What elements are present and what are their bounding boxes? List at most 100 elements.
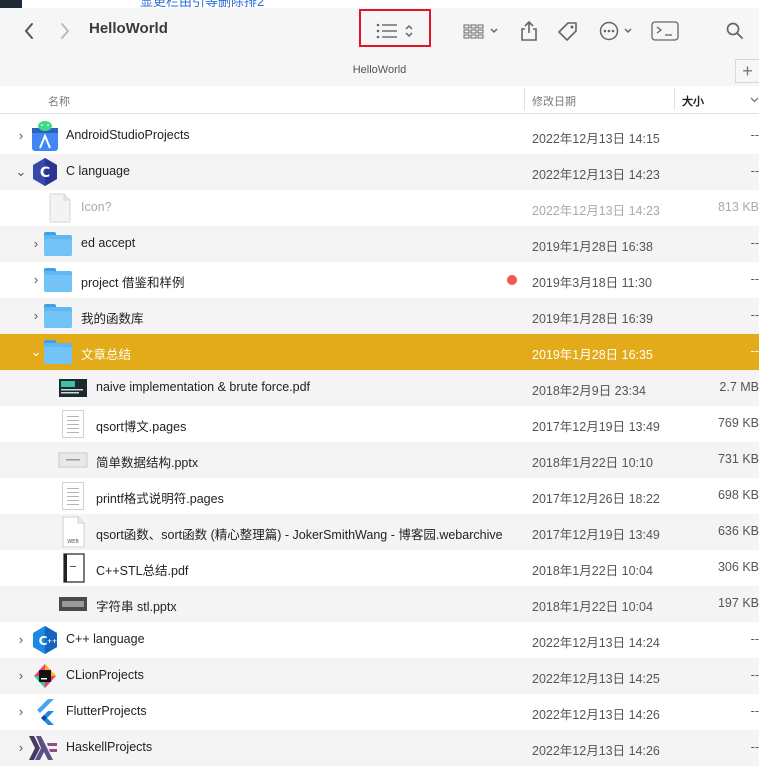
disclosure-right-icon[interactable]: › (29, 235, 43, 253)
folder-icon (43, 304, 73, 328)
file-name: qsort函数、sort函数 (精心整理篇) - JokerSmithWang … (96, 528, 503, 542)
file-name: project 借鉴和样例 (81, 276, 185, 290)
terminal-button[interactable] (650, 8, 680, 54)
file-size: -- (750, 236, 759, 250)
column-header-name[interactable]: 名称 (48, 93, 70, 109)
svg-text:++: ++ (47, 638, 57, 645)
flutter-folder-icon (37, 699, 54, 725)
haskell-folder-icon (29, 736, 57, 760)
disclosure-down-icon[interactable]: ⌄ (29, 343, 43, 361)
chevron-left-icon (24, 23, 33, 39)
sort-chevron-icon (750, 97, 759, 103)
android-studio-folder-icon (32, 121, 58, 151)
modified-date: 2019年1月28日 16:39 (532, 312, 653, 326)
column-divider[interactable] (524, 88, 525, 110)
finder-toolbar: HelloWorld (0, 8, 759, 54)
file-size: 636 KB (717, 524, 759, 538)
disclosure-right-icon[interactable]: › (29, 271, 43, 289)
file-size: 731 KB (717, 452, 759, 466)
file-size: -- (750, 128, 759, 142)
column-header-date[interactable]: 修改日期 (532, 93, 576, 109)
column-divider[interactable] (674, 88, 675, 110)
pages-document-icon (62, 410, 84, 438)
list-item[interactable]: printf格式说明符.pages 2017年12月26日 18:22 698 … (0, 478, 759, 514)
file-name: CLionProjects (66, 668, 144, 682)
grid-group-icon (463, 24, 484, 39)
modified-date: 2019年1月28日 16:38 (532, 240, 653, 254)
file-size: -- (750, 704, 759, 718)
modified-date: 2017年12月26日 18:22 (532, 492, 660, 506)
list-item[interactable]: naive implementation & brute force.pdf 2… (0, 370, 759, 406)
tab-title[interactable]: HelloWorld (0, 64, 759, 76)
group-button[interactable] (460, 8, 502, 54)
disclosure-down-icon[interactable]: ⌄ (14, 163, 28, 181)
tab-bar: HelloWorld + (0, 54, 759, 87)
file-name: qsort博文.pages (96, 420, 187, 434)
tag-icon (558, 22, 577, 41)
search-icon (726, 22, 744, 40)
modified-date: 2018年1月22日 10:10 (532, 456, 653, 470)
file-size: -- (750, 344, 759, 358)
new-tab-button[interactable]: + (735, 59, 759, 83)
file-name: 简单数据结构.pptx (96, 456, 199, 470)
modified-date: 2018年2月9日 23:34 (532, 384, 646, 398)
back-button[interactable] (16, 8, 42, 54)
folder-icon (43, 268, 73, 292)
disclosure-right-icon[interactable]: › (14, 127, 28, 145)
list-item[interactable]: › CLionProjects 2022年12月13日 14:25 -- (0, 658, 759, 694)
share-button[interactable] (516, 8, 542, 54)
modified-date: 2019年3月18日 11:30 (532, 276, 652, 290)
list-item-selected[interactable]: ⌄ 文章总结 2019年1月28日 16:35 -- (0, 334, 759, 370)
file-size: -- (750, 164, 759, 178)
folder-icon (43, 340, 73, 364)
file-name: 我的函数库 (81, 312, 144, 326)
list-item[interactable]: WEB qsort函数、sort函数 (精心整理篇) - JokerSmithW… (0, 514, 759, 550)
file-size: 813 KB (717, 200, 759, 214)
modified-date: 2018年1月22日 10:04 (532, 600, 653, 614)
folder-icon (43, 232, 73, 256)
file-size: -- (750, 740, 759, 754)
list-item[interactable]: 字符串 stl.pptx 2018年1月22日 10:04 197 KB (0, 586, 759, 622)
disclosure-right-icon[interactable]: › (14, 703, 28, 721)
file-size: 698 KB (717, 488, 759, 502)
modified-date: 2022年12月13日 14:23 (532, 204, 660, 218)
list-item[interactable]: › 我的函数库 2019年1月28日 16:39 -- (0, 298, 759, 334)
background-window-strip: 显更栏由引等删除排2 (0, 0, 759, 8)
file-size: 769 KB (717, 416, 759, 430)
column-header-size[interactable]: 大小 (682, 93, 704, 109)
search-button[interactable] (722, 8, 748, 54)
column-header: 名称 修改日期 大小 (0, 86, 759, 114)
disclosure-right-icon[interactable]: › (14, 739, 28, 757)
disclosure-right-icon[interactable]: › (14, 631, 28, 649)
list-item[interactable]: ⌄ C C language 2022年12月13日 14:23 -- (0, 154, 759, 190)
disclosure-right-icon[interactable]: › (29, 307, 43, 325)
file-size: 197 KB (717, 596, 759, 610)
pptx-thumbnail-icon (58, 452, 88, 468)
file-name: ed accept (81, 236, 136, 250)
list-item[interactable]: › ed accept 2019年1月28日 16:38 -- (0, 226, 759, 262)
background-link-text: 显更栏由引等删除排2 (140, 0, 265, 8)
list-item[interactable]: qsort博文.pages 2017年12月19日 13:49 769 KB (0, 406, 759, 442)
window-title: HelloWorld (89, 20, 168, 37)
list-item[interactable]: › AndroidStudioProjects 2022年12月13日 14:1… (0, 118, 759, 154)
svg-text:WEB: WEB (67, 539, 79, 545)
list-item[interactable]: › FlutterProjects 2022年12月13日 14:26 -- (0, 694, 759, 730)
disclosure-right-icon[interactable]: › (14, 667, 28, 685)
list-item[interactable]: C++STL总结.pdf 2018年1月22日 10:04 306 KB (0, 550, 759, 586)
file-size: -- (750, 308, 759, 322)
list-item[interactable]: Icon? 2022年12月13日 14:23 813 KB (0, 190, 759, 226)
share-icon (521, 20, 537, 41)
file-size: -- (750, 668, 759, 682)
list-item[interactable]: 简单数据结构.pptx 2018年1月22日 10:10 731 KB (0, 442, 759, 478)
action-menu-button[interactable] (596, 8, 636, 54)
chevron-down-icon (624, 28, 632, 34)
forward-button[interactable] (52, 8, 78, 54)
tags-button[interactable] (554, 8, 582, 54)
file-list: › AndroidStudioProjects 2022年12月13日 14:1… (0, 118, 759, 766)
terminal-icon (651, 21, 679, 41)
modified-date: 2018年1月22日 10:04 (532, 564, 653, 578)
list-item[interactable]: › project 借鉴和样例 2019年3月18日 11:30 -- (0, 262, 759, 298)
list-item[interactable]: › C ++ C++ language 2022年12月13日 14:24 -- (0, 622, 759, 658)
cpp-language-folder-icon: C ++ (33, 626, 57, 654)
file-size: -- (750, 632, 759, 646)
